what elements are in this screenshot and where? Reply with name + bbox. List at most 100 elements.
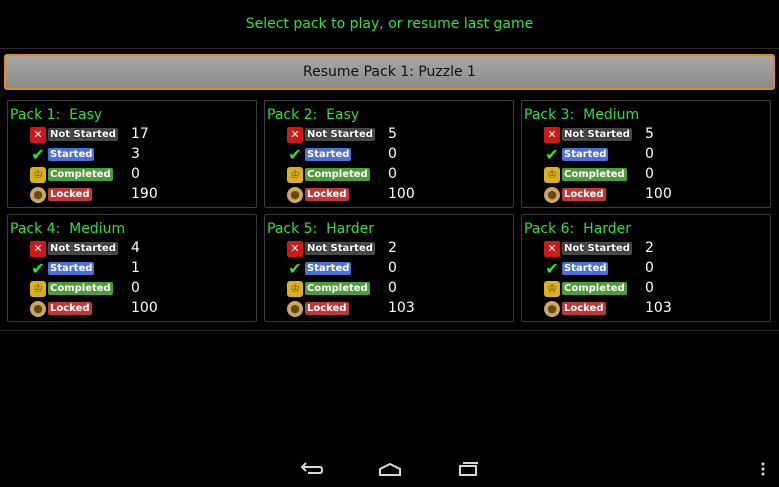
- status-count: 0: [388, 260, 397, 276]
- status-badge: Not Started: [562, 242, 632, 255]
- status-badge: Started: [562, 148, 609, 161]
- x-icon: ✕: [30, 241, 46, 257]
- lock-icon: ●: [30, 301, 46, 317]
- pack-tile-3[interactable]: Pack 3: Medium ✕ Not Started 5 ✔ Started 0 ♔ Com…: [521, 100, 771, 208]
- status-badge: Started: [48, 148, 95, 161]
- status-badge: Locked: [562, 302, 606, 315]
- locked-row: ● Locked 103: [544, 300, 764, 319]
- locked-row: ● Locked 100: [30, 300, 250, 319]
- status-badge: Locked: [305, 188, 349, 201]
- status-count: 3: [131, 146, 140, 162]
- trophy-icon: ♔: [287, 281, 303, 297]
- x-icon: ✕: [544, 127, 560, 143]
- status-count: 5: [388, 126, 397, 142]
- checkmark-icon: ✔: [288, 259, 302, 278]
- status-count: 4: [131, 240, 140, 256]
- status-badge: Started: [305, 148, 352, 161]
- back-icon[interactable]: [300, 461, 324, 482]
- started-row: ✔ Started 0: [544, 146, 764, 165]
- status-badge: Not Started: [562, 128, 632, 141]
- status-count: 0: [388, 166, 397, 182]
- status-badge: Started: [305, 262, 352, 275]
- pack-title: Pack 1: Easy: [10, 107, 103, 123]
- not-started-row: ✕ Not Started 5: [544, 126, 764, 145]
- status-badge: Completed: [305, 282, 370, 295]
- status-badge: Completed: [48, 282, 113, 295]
- status-count: 0: [131, 166, 140, 182]
- status-count: 103: [645, 300, 672, 316]
- status-count: 100: [645, 186, 672, 202]
- status-count: 2: [645, 240, 654, 256]
- status-count: 0: [388, 280, 397, 296]
- completed-row: ♔ Completed 0: [544, 280, 764, 299]
- pack-tile-6[interactable]: Pack 6: Harder ✕ Not Started 2 ✔ Started 0 ♔ Com…: [521, 214, 771, 322]
- x-icon: ✕: [30, 127, 46, 143]
- not-started-row: ✕ Not Started 2: [544, 240, 764, 259]
- pack-title: Pack 4: Medium: [10, 221, 126, 237]
- resume-button[interactable]: Resume Pack 1: Puzzle 1: [4, 54, 775, 90]
- status-badge: Locked: [48, 302, 92, 315]
- status-badge: Not Started: [305, 242, 375, 255]
- x-icon: ✕: [287, 127, 303, 143]
- divider: [0, 48, 779, 49]
- x-icon: ✕: [287, 241, 303, 257]
- lock-icon: ●: [544, 187, 560, 203]
- started-row: ✔ Started 3: [30, 146, 250, 165]
- completed-row: ♔ Completed 0: [30, 280, 250, 299]
- status-count: 0: [131, 280, 140, 296]
- locked-row: ● Locked 103: [287, 300, 507, 319]
- status-badge: Not Started: [305, 128, 375, 141]
- started-row: ✔ Started 0: [287, 260, 507, 279]
- status-badge: Completed: [48, 168, 113, 181]
- status-badge: Locked: [48, 188, 92, 201]
- status-count: 190: [131, 186, 158, 202]
- checkmark-icon: ✔: [31, 259, 45, 278]
- status-count: 0: [645, 260, 654, 276]
- status-count: 0: [645, 146, 654, 162]
- status-badge: Started: [48, 262, 95, 275]
- pack-tile-5[interactable]: Pack 5: Harder ✕ Not Started 2 ✔ Started 0 ♔ Com…: [264, 214, 514, 322]
- completed-row: ♔ Completed 0: [287, 280, 507, 299]
- trophy-icon: ♔: [544, 167, 560, 183]
- not-started-row: ✕ Not Started 5: [287, 126, 507, 145]
- lock-icon: ●: [544, 301, 560, 317]
- x-icon: ✕: [544, 241, 560, 257]
- pack-tile-4[interactable]: Pack 4: Medium ✕ Not Started 4 ✔ Started 1 ♔ Com…: [7, 214, 257, 322]
- pack-title: Pack 5: Harder: [267, 221, 375, 237]
- checkmark-icon: ✔: [31, 145, 45, 164]
- completed-row: ♔ Completed 0: [30, 166, 250, 185]
- home-icon[interactable]: [378, 461, 402, 482]
- checkmark-icon: ✔: [545, 145, 559, 164]
- status-badge: Locked: [562, 188, 606, 201]
- trophy-icon: ♔: [30, 167, 46, 183]
- not-started-row: ✕ Not Started 2: [287, 240, 507, 259]
- pack-tile-1[interactable]: Pack 1: Easy ✕ Not Started 17 ✔ Started 3 ♔ Comp…: [7, 100, 257, 208]
- status-badge: Completed: [305, 168, 370, 181]
- status-badge: Locked: [305, 302, 349, 315]
- started-row: ✔ Started 0: [287, 146, 507, 165]
- status-badge: Not Started: [48, 128, 118, 141]
- status-badge: Completed: [562, 282, 627, 295]
- status-badge: Not Started: [48, 242, 118, 255]
- lock-icon: ●: [287, 301, 303, 317]
- locked-row: ● Locked 190: [30, 186, 250, 205]
- header-prompt: Select pack to play, or resume last game: [245, 16, 534, 32]
- pack-title: Pack 3: Medium: [524, 107, 640, 123]
- status-count: 1: [131, 260, 140, 276]
- locked-row: ● Locked 100: [287, 186, 507, 205]
- status-badge: Completed: [562, 168, 627, 181]
- lock-icon: ●: [287, 187, 303, 203]
- status-count: 103: [388, 300, 415, 316]
- trophy-icon: ♔: [287, 167, 303, 183]
- recent-apps-icon[interactable]: [456, 461, 480, 482]
- completed-row: ♔ Completed 0: [544, 166, 764, 185]
- started-row: ✔ Started 0: [544, 260, 764, 279]
- status-count: 100: [131, 300, 158, 316]
- not-started-row: ✕ Not Started 4: [30, 240, 250, 259]
- trophy-icon: ♔: [544, 281, 560, 297]
- overflow-menu-icon[interactable]: [760, 461, 766, 481]
- divider: [0, 330, 779, 331]
- completed-row: ♔ Completed 0: [287, 166, 507, 185]
- pack-tile-2[interactable]: Pack 2: Easy ✕ Not Started 5 ✔ Started 0 ♔ Compl…: [264, 100, 514, 208]
- status-count: 100: [388, 186, 415, 202]
